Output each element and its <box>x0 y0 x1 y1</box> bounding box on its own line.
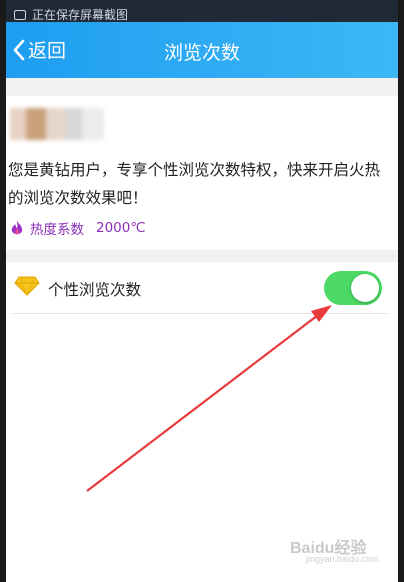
status-bar: 正在保存屏幕截图 <box>6 0 398 22</box>
custom-view-count-row: 个性浏览次数 <box>6 262 398 314</box>
nav-bar: 返回 浏览次数 <box>6 22 398 78</box>
privilege-card: 您是黄钻用户，专享个性浏览次数特权，快来开启火热的浏览次数效果吧！ 热度系数 2… <box>6 96 398 250</box>
blurred-avatar <box>10 108 110 140</box>
watermark-url: jingyan.baidu.com <box>306 554 379 564</box>
heat-value: 2000℃ <box>96 220 146 236</box>
page-title: 浏览次数 <box>163 42 240 64</box>
heat-coefficient: 热度系数 2000℃ <box>10 218 146 238</box>
yellow-diamond-icon <box>14 276 40 296</box>
saving-text: 正在保存屏幕截图 <box>32 8 129 22</box>
screenshot-saving-notice: 正在保存屏幕截图 <box>14 6 128 23</box>
heat-label: 热度系数 <box>30 222 84 238</box>
setting-label: 个性浏览次数 <box>48 281 142 299</box>
image-icon <box>14 9 26 20</box>
flame-icon <box>11 220 23 235</box>
custom-view-count-toggle[interactable] <box>324 271 382 305</box>
phone-screen: 正在保存屏幕截图 返回 浏览次数 您是黄钻用户，专享个性浏览次数特权，快来开启火… <box>6 0 398 582</box>
privilege-description: 您是黄钻用户，专享个性浏览次数特权，快来开启火热的浏览次数效果吧！ <box>8 161 381 207</box>
toggle-knob <box>351 274 379 302</box>
